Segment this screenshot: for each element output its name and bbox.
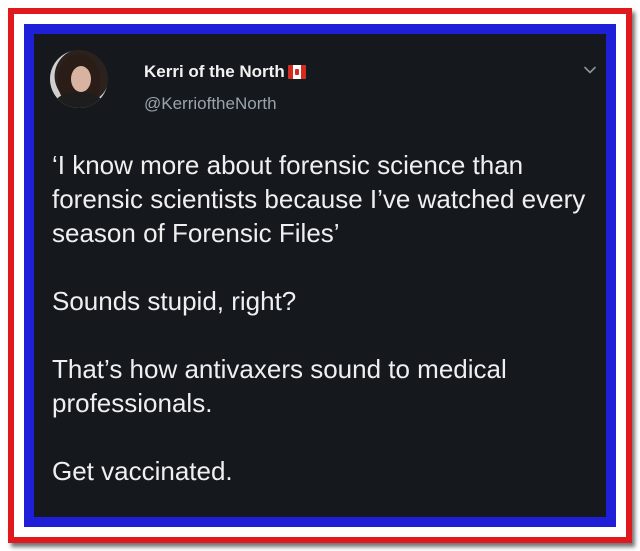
tweet-card: Kerri of the North @KerrioftheNorth ‘I k… — [34, 34, 606, 517]
red-border-frame: Kerri of the North @KerrioftheNorth ‘I k… — [8, 8, 632, 543]
avatar[interactable] — [50, 50, 108, 108]
tweet-paragraph: Sounds stupid, right? — [52, 286, 297, 316]
chevron-down-icon[interactable] — [584, 64, 596, 76]
tweet-paragraph: Get vaccinated. — [52, 456, 233, 486]
canada-flag-icon — [287, 65, 306, 79]
author-display-name[interactable]: Kerri of the North — [144, 62, 285, 82]
tweet-paragraph: That’s how antivaxers sound to medical p… — [52, 354, 507, 418]
blue-border-frame: Kerri of the North @KerrioftheNorth ‘I k… — [24, 24, 616, 527]
tweet-paragraph: ‘I know more about forensic science than… — [52, 150, 586, 248]
tweet-text: ‘I know more about forensic science than… — [52, 148, 607, 488]
author-name-row[interactable]: Kerri of the North — [144, 62, 306, 82]
white-border-frame: Kerri of the North @KerrioftheNorth ‘I k… — [18, 18, 622, 533]
author-handle[interactable]: @KerrioftheNorth — [144, 94, 277, 114]
avatar-face — [71, 66, 91, 92]
avatar-shoulder — [56, 92, 102, 108]
